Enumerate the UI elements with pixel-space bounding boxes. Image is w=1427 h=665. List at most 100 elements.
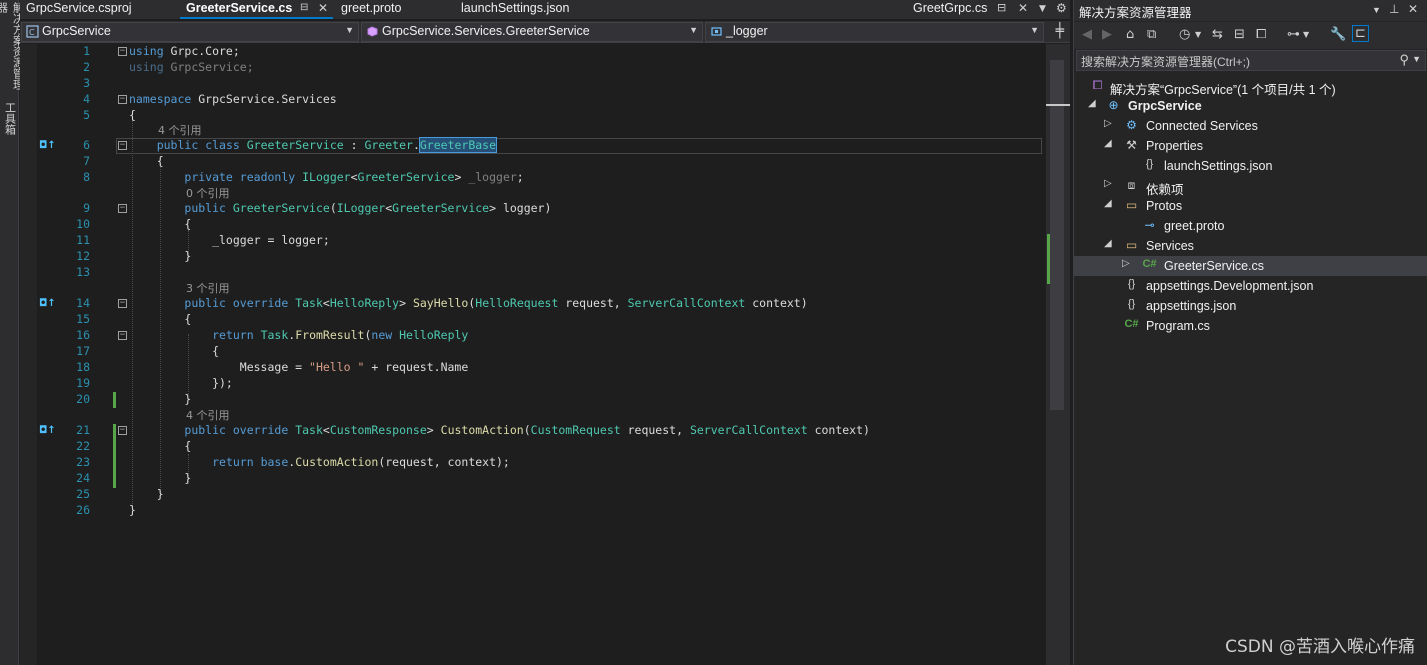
tree-node-greet-proto[interactable]: ⊸ greet.proto <box>1074 216 1427 236</box>
collapsed-arrow-icon[interactable]: ▷ <box>1104 178 1112 189</box>
back-icon[interactable]: ◀ <box>1082 27 1092 42</box>
code-line: 22 { <box>76 439 192 453</box>
web-project-icon: ⊕ <box>1108 98 1119 112</box>
collapse-all-icon[interactable]: ⊟ <box>1234 27 1245 42</box>
forward-icon[interactable]: ▶ <box>1102 27 1112 42</box>
solution-explorer-title-bar: 解决方案资源管理器 ▼ ⊥ ✕ <box>1074 0 1427 21</box>
code-line: 23 return base.CustomAction(request, con… <box>76 455 510 469</box>
code-line: 1− using Grpc.Core; <box>83 44 240 58</box>
auto-hide-pin-icon[interactable]: ⊥ <box>1389 2 1399 16</box>
tree-node-launchsettings[interactable]: {} launchSettings.json <box>1074 156 1427 176</box>
tab-greetgrpc-cs[interactable]: GreetGrpc.cs <box>907 0 1007 19</box>
code-line: 20 } <box>76 392 192 406</box>
tree-node-properties[interactable]: ◢ ⚒ Properties <box>1074 136 1427 156</box>
document-tab-bar: GrpcService.csproj GreeterService.cs ✕ ⊟ g… <box>20 0 1070 19</box>
code-line: 4− namespace GrpcService.Services <box>83 92 337 106</box>
scrollbar-thumb[interactable] <box>1050 60 1064 410</box>
settings-gear-icon[interactable]: ⚙ <box>1056 1 1067 15</box>
tree-node-appsettings-development[interactable]: {} appsettings.Development.json <box>1074 276 1427 296</box>
codelens-references[interactable]: 4 个引用 <box>186 407 230 423</box>
vertical-scrollbar[interactable] <box>1046 44 1070 665</box>
collapse-icon[interactable]: − <box>118 426 127 435</box>
class-dropdown[interactable]: GrpcService.Services.GreeterService ▼ <box>361 22 703 42</box>
member-dropdown[interactable]: _logger ▼ <box>705 22 1044 42</box>
collapse-icon[interactable]: − <box>118 299 127 308</box>
close-preview-icon[interactable]: ✕ <box>1018 1 1028 15</box>
properties-wrench-icon[interactable]: 🔧 <box>1330 27 1346 42</box>
expanded-arrow-icon[interactable]: ◢ <box>1088 98 1096 109</box>
close-tab-icon[interactable]: ✕ <box>318 1 328 15</box>
tab-greet-proto[interactable]: greet.proto <box>335 0 453 19</box>
switch-views-icon[interactable]: ⧉ <box>1147 27 1156 42</box>
code-line: 11 _logger = logger; <box>76 233 330 247</box>
codelens-references[interactable]: 3 个引用 <box>186 280 230 296</box>
filter-icon[interactable]: ⊶ <box>1287 27 1300 42</box>
codelens-references[interactable]: 4 个引用 <box>158 122 202 138</box>
code-line: 18 Message = "Hello " + request.Name <box>76 360 469 374</box>
code-line: 8 private readonly ILogger<GreeterServic… <box>83 170 524 184</box>
expanded-arrow-icon[interactable]: ◢ <box>1104 138 1112 149</box>
toolbox-side-tab[interactable]: 工具箱 <box>0 100 19 144</box>
expanded-arrow-icon[interactable]: ◢ <box>1104 198 1112 209</box>
field-icon <box>711 27 722 36</box>
collapse-icon[interactable]: − <box>118 204 127 213</box>
tree-node-greeterservice[interactable]: ▷ C# GreeterService.cs <box>1074 256 1427 276</box>
chevron-down-icon[interactable]: ▼ <box>1303 30 1309 39</box>
solution-explorer-panel: 解决方案资源管理器 ▼ ⊥ ✕ ◀ ▶ ⌂ ⧉ ◷ ▼ ⇆ ⊟ ⧠ ⊶ ▼ 🔧 … <box>1073 0 1427 665</box>
tree-node-project[interactable]: ◢ ⊕ GrpcService <box>1074 96 1427 116</box>
implementation-marker-icon[interactable]: ◘↑ <box>39 298 56 309</box>
solution-explorer-search-input[interactable]: 搜索解决方案资源管理器(Ctrl+;) ⚲ ▼ <box>1076 50 1426 71</box>
dependencies-icon: ⧈ <box>1127 178 1136 192</box>
tab-greeterservice-cs[interactable]: GreeterService.cs ✕ ⊟ <box>180 0 333 19</box>
collapse-icon[interactable]: − <box>118 141 127 150</box>
tree-node-solution[interactable]: ⧠ 解决方案“GrpcService”(1 个项目/共 1 个) <box>1074 76 1427 97</box>
tree-node-services[interactable]: ◢ ▭ Services <box>1074 236 1427 256</box>
chevron-down-icon[interactable]: ▼ <box>1195 30 1201 39</box>
codelens-references[interactable]: 0 个引用 <box>186 185 230 201</box>
code-line: 15 { <box>76 312 192 326</box>
tree-node-protos[interactable]: ◢ ▭ Protos <box>1074 196 1427 216</box>
tab-grpcservice-csproj[interactable]: GrpcService.csproj <box>20 0 178 19</box>
window-menu-icon[interactable]: ▼ <box>1372 5 1381 15</box>
collapsed-arrow-icon[interactable]: ▷ <box>1104 118 1112 129</box>
properties-wrench-icon: ⚒ <box>1126 138 1137 152</box>
chevron-down-icon: ▼ <box>1030 25 1039 35</box>
code-line: 9− public GreeterService(ILogger<Greeter… <box>83 201 552 215</box>
code-text-area[interactable]: 1− using Grpc.Core; 2 using GrpcService; 3… <box>20 44 1070 665</box>
folder-icon: ▭ <box>1125 238 1138 252</box>
left-tool-strip: 解决方案资源管理器 工具箱 <box>0 0 25 665</box>
expanded-arrow-icon[interactable]: ◢ <box>1104 238 1112 249</box>
collapse-icon[interactable]: − <box>118 47 127 56</box>
show-all-files-icon[interactable]: ⧠ <box>1256 27 1266 42</box>
chevron-down-icon[interactable]: ▼ <box>1412 54 1421 64</box>
svg-text:C: C <box>29 28 35 37</box>
tree-node-appsettings[interactable]: {} appsettings.json <box>1074 296 1427 316</box>
preview-selected-items-icon[interactable]: ⊏ <box>1352 25 1369 42</box>
collapse-icon[interactable]: − <box>118 331 127 340</box>
pin-preview-icon[interactable]: ⊟ <box>997 1 1006 14</box>
implementation-marker-icon[interactable]: ◘↑ <box>39 140 56 151</box>
home-icon[interactable]: ⌂ <box>1126 27 1134 42</box>
tab-dropdown-icon[interactable]: ▼ <box>1039 4 1046 14</box>
code-line: ◘↑ 14− public override Task<HelloReply> S… <box>39 296 808 310</box>
collapsed-arrow-icon[interactable]: ▷ <box>1122 258 1130 269</box>
collapse-icon[interactable]: − <box>118 95 127 104</box>
split-window-icon[interactable]: ╪ <box>1056 23 1064 39</box>
project-dropdown[interactable]: C GrpcService ▼ <box>21 22 359 42</box>
code-line: 3 <box>83 76 90 90</box>
csharp-project-icon: C <box>26 25 39 38</box>
implementation-marker-icon[interactable]: ◘↑ <box>39 425 56 436</box>
json-file-icon: {} <box>1145 158 1154 170</box>
solution-explorer-side-tab[interactable]: 解决方案资源管理器 <box>0 0 25 90</box>
tree-node-connected-services[interactable]: ▷ ⚙ Connected Services <box>1074 116 1427 136</box>
search-icon[interactable]: ⚲ <box>1399 52 1409 68</box>
tree-node-dependencies[interactable]: ▷ ⧈ 依赖项 <box>1074 176 1427 197</box>
pin-icon[interactable]: ⊟ <box>300 2 308 13</box>
solution-icon: ⧠ <box>1092 78 1103 92</box>
close-panel-icon[interactable]: ✕ <box>1408 2 1418 16</box>
tab-launchsettings-json[interactable]: launchSettings.json <box>455 0 615 19</box>
pending-changes-filter-icon[interactable]: ◷ <box>1179 27 1190 42</box>
code-line: 16− return Task.FromResult(new HelloRepl… <box>76 328 469 342</box>
sync-with-document-icon[interactable]: ⇆ <box>1212 27 1223 42</box>
tree-node-program[interactable]: C# Program.cs <box>1074 316 1427 336</box>
